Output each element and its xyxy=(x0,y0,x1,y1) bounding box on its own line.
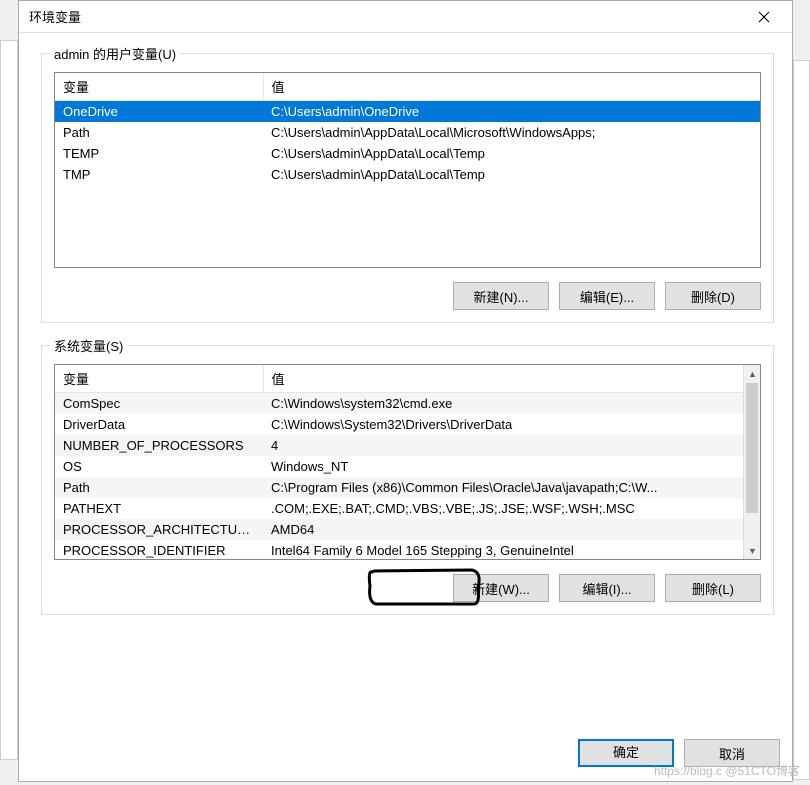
close-button[interactable] xyxy=(744,3,784,31)
table-row[interactable]: OneDriveC:\Users\admin\OneDrive xyxy=(55,101,760,123)
sys-col-name[interactable]: 变量 xyxy=(55,365,263,393)
sys-btn-row: 新建(W)... 编辑(I)... 删除(L) xyxy=(54,574,761,602)
scroll-down-icon[interactable]: ▼ xyxy=(744,542,761,559)
cell-name: Path xyxy=(55,122,263,143)
cell-value: C:\Users\admin\AppData\Local\Temp xyxy=(263,143,760,164)
cell-value: C:\Program Files (x86)\Common Files\Orac… xyxy=(263,477,743,498)
user-vars-group: admin 的用户变量(U) 变量 值 OneDriveC:\Users\adm… xyxy=(41,53,774,323)
user-col-value[interactable]: 值 xyxy=(263,73,760,101)
cell-name: PROCESSOR_ARCHITECTURE xyxy=(55,519,263,540)
scroll-thumb[interactable] xyxy=(746,383,758,513)
cell-value: C:\Windows\System32\Drivers\DriverData xyxy=(263,414,743,435)
env-vars-dialog: 环境变量 admin 的用户变量(U) 变量 值 OneDriveC:\User… xyxy=(18,0,793,782)
cell-value: C:\Users\admin\AppData\Local\Temp xyxy=(263,164,760,185)
table-row[interactable]: PROCESSOR_ARCHITECTUREAMD64 xyxy=(55,519,743,540)
table-row[interactable]: TEMPC:\Users\admin\AppData\Local\Temp xyxy=(55,143,760,164)
close-icon xyxy=(758,11,770,23)
table-row[interactable]: NUMBER_OF_PROCESSORS4 xyxy=(55,435,743,456)
system-vars-table-container: 变量 值 ComSpecC:\Windows\system32\cmd.exeD… xyxy=(54,364,761,560)
system-vars-group: 系统变量(S) 变量 值 ComSpecC:\Windows\system32\… xyxy=(41,345,774,615)
table-row[interactable]: TMPC:\Users\admin\AppData\Local\Temp xyxy=(55,164,760,185)
cell-value: C:\Users\admin\AppData\Local\Microsoft\W… xyxy=(263,122,760,143)
cell-value: .COM;.EXE;.BAT;.CMD;.VBS;.VBE;.JS;.JSE;.… xyxy=(263,498,743,519)
system-scrollbar[interactable]: ▲ ▼ xyxy=(743,365,760,559)
user-vars-label: admin 的用户变量(U) xyxy=(50,44,180,63)
user-vars-table-container: 变量 值 OneDriveC:\Users\admin\OneDrivePath… xyxy=(54,72,761,268)
table-row[interactable]: PathC:\Users\admin\AppData\Local\Microso… xyxy=(55,122,760,143)
user-vars-table[interactable]: 变量 值 OneDriveC:\Users\admin\OneDrivePath… xyxy=(55,73,760,185)
user-edit-button[interactable]: 编辑(E)... xyxy=(559,282,655,310)
table-row[interactable]: PATHEXT.COM;.EXE;.BAT;.CMD;.VBS;.VBE;.JS… xyxy=(55,498,743,519)
system-vars-table[interactable]: 变量 值 ComSpecC:\Windows\system32\cmd.exeD… xyxy=(55,365,743,560)
system-delete-button[interactable]: 删除(L) xyxy=(665,574,761,602)
cell-name: OS xyxy=(55,456,263,477)
user-btn-row: 新建(N)... 编辑(E)... 删除(D) xyxy=(54,282,761,310)
user-delete-button[interactable]: 删除(D) xyxy=(665,282,761,310)
scroll-up-icon[interactable]: ▲ xyxy=(744,365,761,382)
cell-name: ComSpec xyxy=(55,393,263,415)
watermark: https://blog.c @51CTO博客 xyxy=(654,762,800,779)
cell-value: C:\Windows\system32\cmd.exe xyxy=(263,393,743,415)
table-row[interactable]: PathC:\Program Files (x86)\Common Files\… xyxy=(55,477,743,498)
user-new-button[interactable]: 新建(N)... xyxy=(453,282,549,310)
user-col-name[interactable]: 变量 xyxy=(55,73,263,101)
cell-value: AMD64 xyxy=(263,519,743,540)
cell-value: 4 xyxy=(263,435,743,456)
table-row[interactable]: PROCESSOR_IDENTIFIERIntel64 Family 6 Mod… xyxy=(55,540,743,560)
system-vars-label: 系统变量(S) xyxy=(50,336,127,355)
cell-value: Windows_NT xyxy=(263,456,743,477)
sys-col-value[interactable]: 值 xyxy=(263,365,743,393)
cell-name: DriverData xyxy=(55,414,263,435)
cell-name: TMP xyxy=(55,164,263,185)
system-edit-button[interactable]: 编辑(I)... xyxy=(559,574,655,602)
system-new-button[interactable]: 新建(W)... xyxy=(453,574,549,602)
cell-name: TEMP xyxy=(55,143,263,164)
cell-name: PATHEXT xyxy=(55,498,263,519)
table-row[interactable]: ComSpecC:\Windows\system32\cmd.exe xyxy=(55,393,743,415)
titlebar: 环境变量 xyxy=(19,1,792,33)
window-title: 环境变量 xyxy=(29,7,81,26)
cell-value: C:\Users\admin\OneDrive xyxy=(263,101,760,123)
cell-value: Intel64 Family 6 Model 165 Stepping 3, G… xyxy=(263,540,743,560)
cell-name: PROCESSOR_IDENTIFIER xyxy=(55,540,263,560)
cell-name: Path xyxy=(55,477,263,498)
table-row[interactable]: DriverDataC:\Windows\System32\Drivers\Dr… xyxy=(55,414,743,435)
table-row[interactable]: OSWindows_NT xyxy=(55,456,743,477)
cell-name: OneDrive xyxy=(55,101,263,123)
cell-name: NUMBER_OF_PROCESSORS xyxy=(55,435,263,456)
